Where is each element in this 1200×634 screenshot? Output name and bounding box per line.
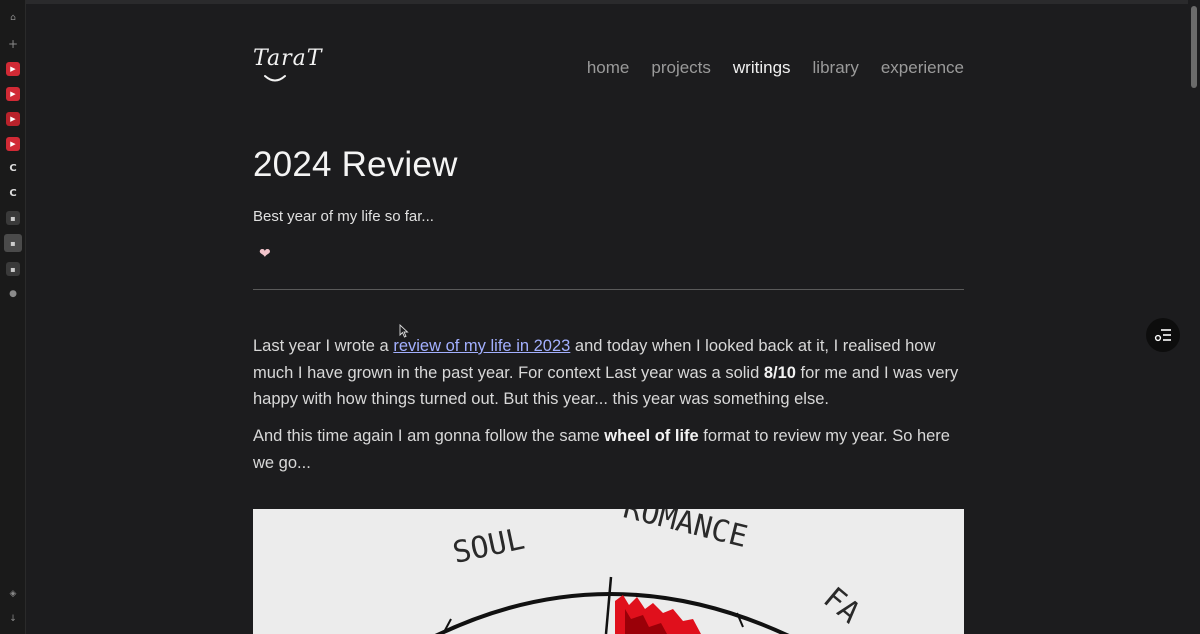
page-tab-icon[interactable]: ▪: [6, 262, 20, 276]
article-subtitle: Best year of my life so far...: [253, 208, 434, 225]
youtube-tab-icon[interactable]: ▶: [6, 137, 20, 151]
c-tab-icon[interactable]: C: [6, 186, 20, 200]
second-paragraph: And this time again I am gonna follow th…: [253, 423, 964, 476]
wheel-label-soul: SOUL: [450, 522, 528, 571]
settings-icon[interactable]: ●: [6, 287, 20, 301]
p2-text-start: And this time again I am gonna follow th…: [253, 427, 605, 445]
mouse-cursor-icon: [399, 324, 409, 338]
nav-writings[interactable]: writings: [733, 58, 791, 78]
p1-text-start: Last year I wrote a: [253, 337, 394, 355]
wheel-of-life-image: SOUL ROMANCE FA: [253, 509, 964, 634]
intro-paragraph: Last year I wrote a review of my life in…: [253, 333, 964, 413]
main-nav: home projects writings library experienc…: [587, 58, 964, 78]
c-tab-icon[interactable]: C: [6, 161, 20, 175]
wheel-of-life-bold: wheel of life: [604, 427, 699, 445]
page-title: 2024 Review: [253, 145, 458, 184]
page-scrollbar[interactable]: [1188, 0, 1200, 634]
heart-icon[interactable]: ❤: [259, 246, 271, 262]
wheel-label-fa: FA: [817, 581, 867, 631]
shield-icon[interactable]: ◈: [6, 587, 20, 601]
site-logo[interactable]: TaraT: [253, 46, 322, 71]
download-icon[interactable]: ↓: [6, 612, 20, 626]
home-icon[interactable]: ⌂: [6, 11, 20, 25]
nav-projects[interactable]: projects: [651, 58, 711, 78]
youtube-tab-icon[interactable]: ▶: [6, 87, 20, 101]
nav-library[interactable]: library: [813, 58, 859, 78]
logo-smile-icon: [264, 75, 286, 82]
youtube-tab-icon[interactable]: ▶: [6, 62, 20, 76]
page-tab-icon-active[interactable]: ▪: [4, 234, 22, 252]
youtube-tab-icon[interactable]: ▶: [6, 112, 20, 126]
page-tab-icon[interactable]: ▪: [6, 211, 20, 225]
wheel-label-romance: ROMANCE: [620, 509, 751, 555]
rating-bold: 8/10: [763, 363, 796, 382]
window-frame: [26, 0, 1200, 4]
new-tab-icon[interactable]: +: [6, 37, 20, 51]
nav-home[interactable]: home: [587, 58, 630, 78]
nav-experience[interactable]: experience: [881, 58, 964, 78]
divider: [253, 289, 964, 290]
scrollbar-thumb[interactable]: [1191, 6, 1197, 88]
table-of-contents-button[interactable]: [1146, 318, 1180, 352]
browser-sidebar: ⌂ + ▶ ▶ ▶ ▶ C C ▪ ▪ ▪ ● ◈ ↓: [0, 0, 26, 634]
list-icon: [1154, 329, 1171, 342]
review-2023-link[interactable]: review of my life in 2023: [393, 337, 570, 355]
